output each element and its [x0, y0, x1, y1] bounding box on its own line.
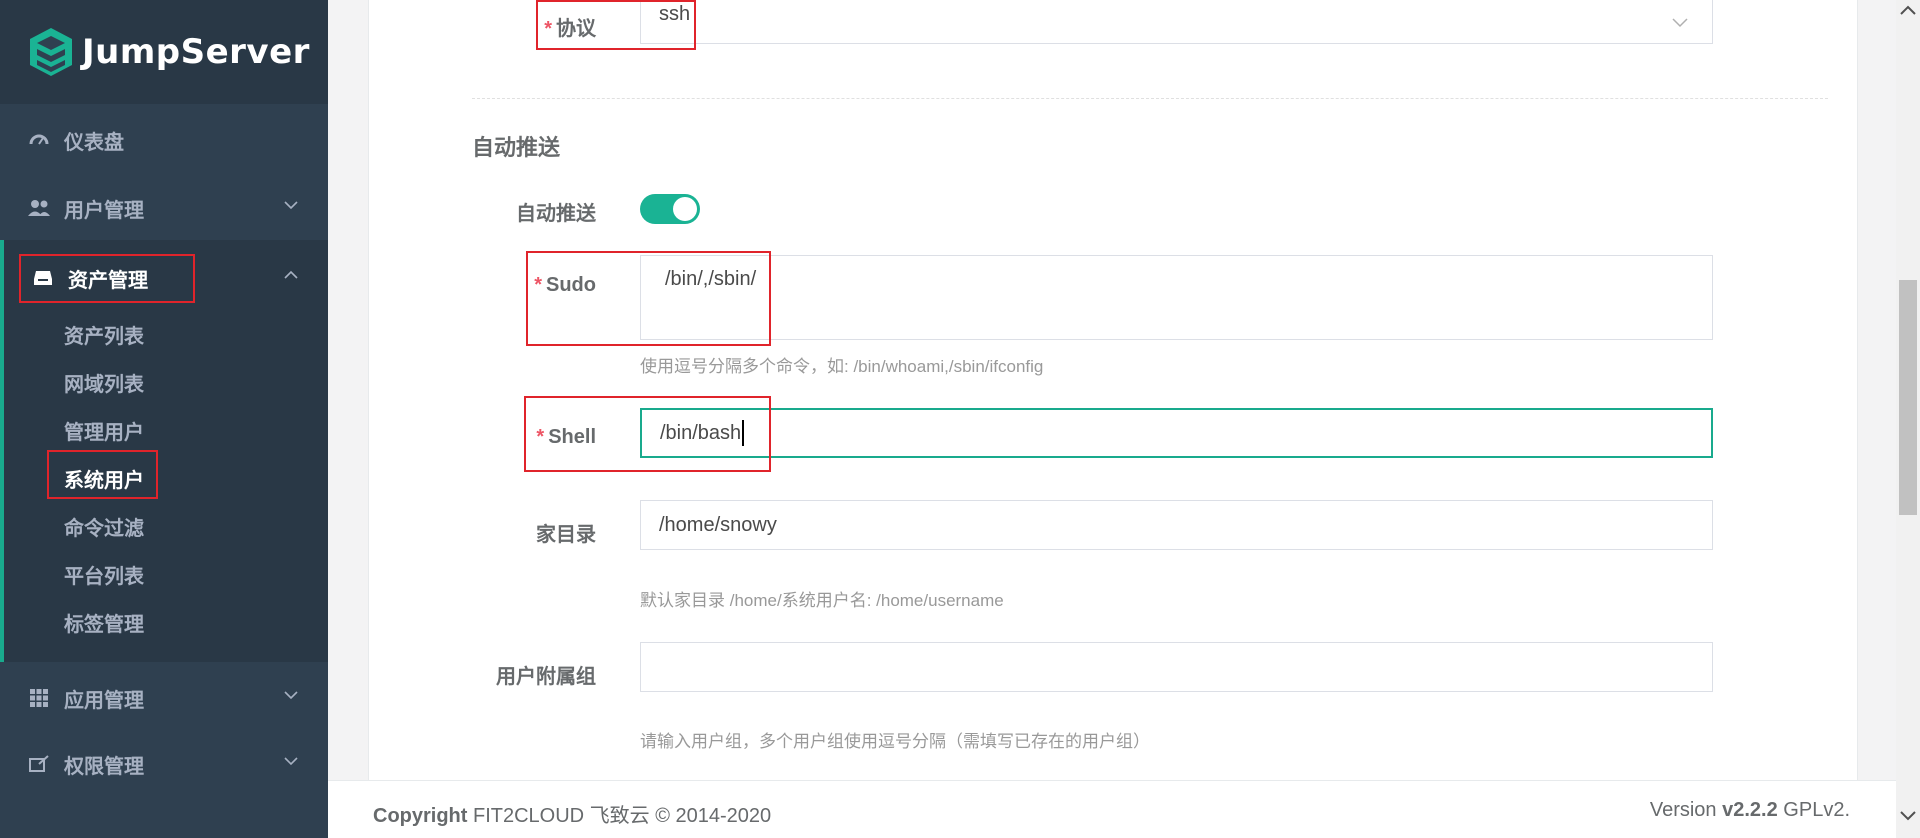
home-dir-input[interactable]: /home/snowy — [640, 500, 1713, 550]
auto-push-toggle[interactable] — [640, 194, 700, 224]
section-divider — [472, 98, 1828, 99]
sidebar-item-label: 资产管理 — [68, 269, 148, 292]
sidebar-subitem-admin-user[interactable]: 管理用户 — [64, 416, 144, 445]
logo[interactable]: JumpServer — [0, 0, 328, 104]
shell-label: * Shell — [536, 426, 596, 448]
sidebar-item-dashboard[interactable]: 仪表盘 — [0, 106, 328, 174]
page-scrollbar[interactable] — [1896, 0, 1920, 838]
sudo-textarea[interactable]: /bin/,/sbin/ — [640, 255, 1713, 340]
shell-value: /bin/bash — [660, 421, 742, 444]
jumpserver-logo-icon — [30, 28, 72, 76]
sidebar: JumpServer 仪表盘 用户管理 资产管理 资产列表 网域列表 管理用户 … — [0, 0, 328, 838]
auto-push-label: 自动推送 — [516, 203, 596, 225]
protocol-select[interactable]: ssh — [640, 0, 1713, 44]
dashboard-icon — [28, 129, 50, 151]
scroll-down-icon[interactable] — [1900, 808, 1916, 824]
protocol-value: ssh — [659, 3, 691, 25]
sudo-hint: 使用逗号分隔多个命令，如: /bin/whoami,/sbin/ifconfig — [640, 357, 1044, 376]
sidebar-subitem-system-user[interactable]: 系统用户 — [64, 464, 144, 493]
chevron-down-icon — [284, 691, 298, 700]
sidebar-subitem-label-manage[interactable]: 标签管理 — [64, 608, 144, 637]
sidebar-item-label: 仪表盘 — [64, 131, 124, 154]
text-cursor — [742, 420, 745, 446]
user-groups-hint: 请输入用户组，多个用户组使用逗号分隔（需填写已存在的用户组） — [640, 732, 1150, 751]
footer: Copyright FIT2CLOUD 飞致云 © 2014-2020 Vers… — [328, 780, 1896, 838]
brand-name: JumpServer — [82, 32, 310, 72]
sidebar-subitem-command-filter[interactable]: 命令过滤 — [64, 512, 144, 541]
sudo-value: /bin/,/sbin/ — [665, 268, 757, 290]
sidebar-subitem-domain-list[interactable]: 网域列表 — [64, 368, 144, 397]
toggle-knob — [673, 197, 697, 221]
sidebar-item-applications[interactable]: 应用管理 — [0, 664, 328, 732]
sidebar-subitem-platform-list[interactable]: 平台列表 — [64, 560, 144, 589]
permission-icon — [28, 753, 50, 775]
sidebar-item-label: 用户管理 — [64, 199, 144, 222]
chevron-down-icon — [284, 201, 298, 210]
scroll-up-icon[interactable] — [1900, 2, 1916, 18]
sidebar-item-assets[interactable]: 资产管理 — [4, 244, 328, 312]
sidebar-item-users[interactable]: 用户管理 — [0, 174, 328, 242]
inbox-icon — [32, 267, 54, 289]
copyright: Copyright FIT2CLOUD 飞致云 © 2014-2020 — [373, 805, 772, 827]
sidebar-item-label: 应用管理 — [64, 689, 144, 712]
sidebar-subitem-asset-list[interactable]: 资产列表 — [64, 320, 144, 349]
home-dir-hint: 默认家目录 /home/系统用户名: /home/username — [640, 591, 1004, 610]
sidebar-item-label: 权限管理 — [64, 755, 144, 778]
shell-input[interactable]: /bin/bash — [640, 408, 1713, 458]
user-groups-label: 用户附属组 — [496, 666, 596, 688]
home-dir-label: 家目录 — [536, 524, 596, 546]
chevron-down-icon — [284, 757, 298, 766]
auto-push-section-title: 自动推送 — [472, 135, 561, 160]
scroll-thumb[interactable] — [1899, 280, 1917, 515]
sidebar-item-permissions[interactable]: 权限管理 — [0, 730, 328, 798]
grid-icon — [28, 687, 50, 709]
users-icon — [28, 197, 50, 219]
chevron-up-icon — [284, 270, 298, 279]
user-groups-input[interactable] — [640, 642, 1713, 692]
protocol-label: * 协议 — [544, 18, 596, 40]
home-dir-value: /home/snowy — [659, 513, 777, 536]
sudo-label: * Sudo — [534, 274, 596, 296]
version-info: Version v2.2.2 GPLv2. — [1649, 799, 1850, 821]
chevron-down-icon — [1672, 18, 1688, 28]
